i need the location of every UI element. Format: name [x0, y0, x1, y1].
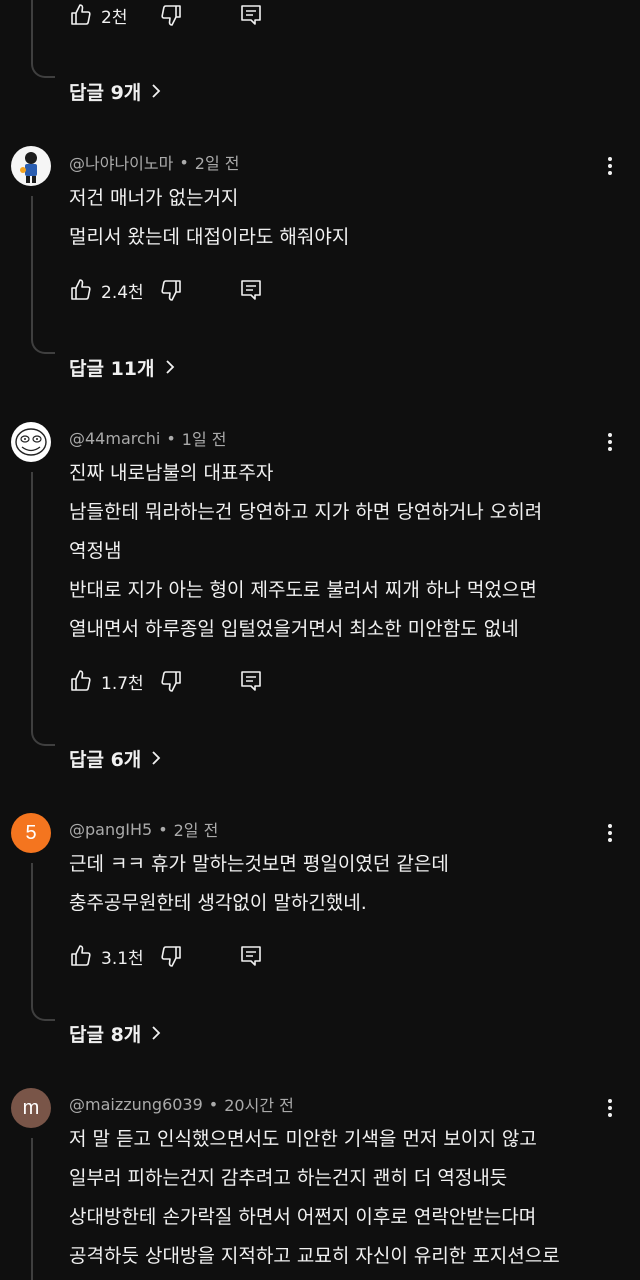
- comment-text-line: 상대방한테 손가락질 하면서 어쩐지 이후로 연락안받는다며: [69, 1206, 537, 1228]
- comment-header: @나야나이노마 • 2일 전: [69, 150, 239, 174]
- comment-menu-button[interactable]: [598, 1096, 622, 1120]
- view-replies-button[interactable]: 답글 8개: [69, 1019, 163, 1047]
- separator-dot: •: [158, 819, 168, 839]
- thread-curve: [31, 60, 55, 78]
- comment-actions: 3.1천: [69, 941, 263, 971]
- thread-line: [31, 472, 33, 728]
- comment-text-line: 멀리서 왔는데 대접이라도 해줘야지: [69, 226, 350, 248]
- author-name[interactable]: @44marchi: [69, 429, 160, 448]
- comment-text-line: 열내면서 하루종일 입털었을거면서 최소한 미안함도 없네: [69, 618, 519, 640]
- comment-text-line: 일부러 피하는건지 감추려고 하는건지 괜히 더 역정내듯: [69, 1167, 508, 1189]
- comment-text-line: 저건 매너가 없는거지: [69, 187, 239, 209]
- comment-time: 2일 전: [194, 154, 240, 173]
- comment-reply-icon: [241, 280, 261, 300]
- thumb-up-icon: [71, 4, 91, 25]
- comment-text-line: 근데 ㅋㅋ 휴가 말하는것보면 평일이였던 같은데: [69, 853, 449, 875]
- avatar-letter: m: [22, 1096, 40, 1119]
- thread-line: [31, 196, 33, 336]
- thumb-down-icon: [161, 5, 181, 26]
- replies-label: 답글 8개: [69, 1023, 142, 1046]
- view-replies-button[interactable]: 답글 6개: [69, 744, 163, 772]
- avatar[interactable]: [11, 422, 51, 462]
- thumb-up-icon: [71, 670, 91, 691]
- replies-label: 답글 6개: [69, 748, 142, 771]
- comment-menu-button[interactable]: [598, 154, 622, 178]
- thread-line: [31, 863, 33, 1003]
- like-button[interactable]: 1.7천: [69, 669, 159, 694]
- comment-header: @pangIH5 • 2일 전: [69, 817, 218, 841]
- avatar[interactable]: [11, 146, 51, 186]
- chevron-right-icon: [152, 751, 161, 765]
- author-name[interactable]: @pangIH5: [69, 820, 152, 839]
- thread-line: [31, 1138, 33, 1280]
- author-name[interactable]: @maizzung6039: [69, 1095, 203, 1114]
- comment-reply-icon: [241, 671, 261, 691]
- separator-dot: •: [208, 1094, 219, 1114]
- face-avatar-icon: [15, 428, 47, 456]
- comment-text-line: 저 말 듣고 인식했으면서도 미안한 기색을 먼저 보이지 않고: [69, 1128, 537, 1150]
- more-vert-icon: [608, 433, 612, 451]
- comment-text-line: 반대로 지가 아는 형이 제주도로 불러서 찌개 하나 먹었으면: [69, 579, 537, 601]
- reply-button[interactable]: [239, 669, 263, 693]
- comment-time: 1일 전: [181, 430, 227, 449]
- reply-button[interactable]: [239, 944, 263, 968]
- chevron-right-icon: [165, 360, 174, 374]
- thumb-down-icon: [161, 671, 181, 692]
- more-vert-icon: [608, 1099, 612, 1117]
- comment-header: @44marchi • 1일 전: [69, 426, 227, 450]
- like-button[interactable]: 2.4천: [69, 278, 159, 303]
- like-count: 1.7천: [101, 673, 144, 694]
- comment-actions: 2천: [69, 0, 263, 30]
- thread-curve: [31, 336, 55, 354]
- chevron-right-icon: [152, 84, 161, 98]
- comment-text-line: 충주공무원한테 생각없이 말하긴했네.: [69, 892, 367, 914]
- thumb-up-icon: [71, 945, 91, 966]
- reply-button[interactable]: [239, 278, 263, 302]
- comment-header: @maizzung6039 • 20시간 전: [69, 1092, 294, 1116]
- comment-text-line: 남들한테 뭐라하는건 당연하고 지가 하면 당연하거나 오히려: [69, 501, 543, 523]
- like-count: 2천: [101, 7, 128, 28]
- thumb-up-icon: [71, 279, 91, 300]
- chevron-right-icon: [152, 1026, 161, 1040]
- comment-time: 20시간 전: [224, 1096, 294, 1115]
- replies-label: 답글 9개: [69, 81, 142, 104]
- separator-dot: •: [179, 152, 189, 172]
- like-button[interactable]: 3.1천: [69, 944, 159, 969]
- view-replies-button[interactable]: 답글 11개: [69, 353, 177, 381]
- comment-time: 2일 전: [173, 821, 219, 840]
- reply-button[interactable]: [239, 3, 263, 27]
- author-name[interactable]: @나야나이노마: [69, 150, 173, 174]
- avatar[interactable]: 5: [11, 813, 51, 853]
- thread-line: [31, 0, 33, 60]
- separator-dot: •: [166, 428, 176, 448]
- dislike-button[interactable]: [159, 3, 239, 27]
- dislike-button[interactable]: [159, 944, 239, 968]
- more-vert-icon: [608, 824, 612, 842]
- like-count: 3.1천: [101, 948, 144, 969]
- thumb-down-icon: [161, 946, 181, 967]
- like-count: 2.4천: [101, 282, 144, 303]
- thread-curve: [31, 728, 55, 746]
- dislike-button[interactable]: [159, 669, 239, 693]
- replies-label: 답글 11개: [69, 357, 155, 380]
- avatar[interactable]: m: [11, 1088, 51, 1128]
- figure-avatar-icon: [20, 152, 37, 183]
- comment-reply-icon: [241, 5, 261, 25]
- comment-text-line: 역정냄: [69, 540, 122, 562]
- avatar-letter: 5: [25, 821, 37, 844]
- comment-text-line: 진짜 내로남불의 대표주자: [69, 462, 274, 484]
- comment-menu-button[interactable]: [598, 821, 622, 845]
- thumb-down-icon: [161, 280, 181, 301]
- comment-actions: 2.4천: [69, 275, 263, 305]
- view-replies-button[interactable]: 답글 9개: [69, 77, 163, 105]
- like-button[interactable]: 2천: [69, 3, 159, 28]
- thread-curve: [31, 1003, 55, 1021]
- comment-actions: 1.7천: [69, 666, 263, 696]
- comment-reply-icon: [241, 946, 261, 966]
- comment-menu-button[interactable]: [598, 430, 622, 454]
- comment-text-line: 공격하듯 상대방을 지적하고 교묘히 자신이 유리한 포지션으로: [69, 1245, 560, 1267]
- dislike-button[interactable]: [159, 278, 239, 302]
- more-vert-icon: [608, 157, 612, 175]
